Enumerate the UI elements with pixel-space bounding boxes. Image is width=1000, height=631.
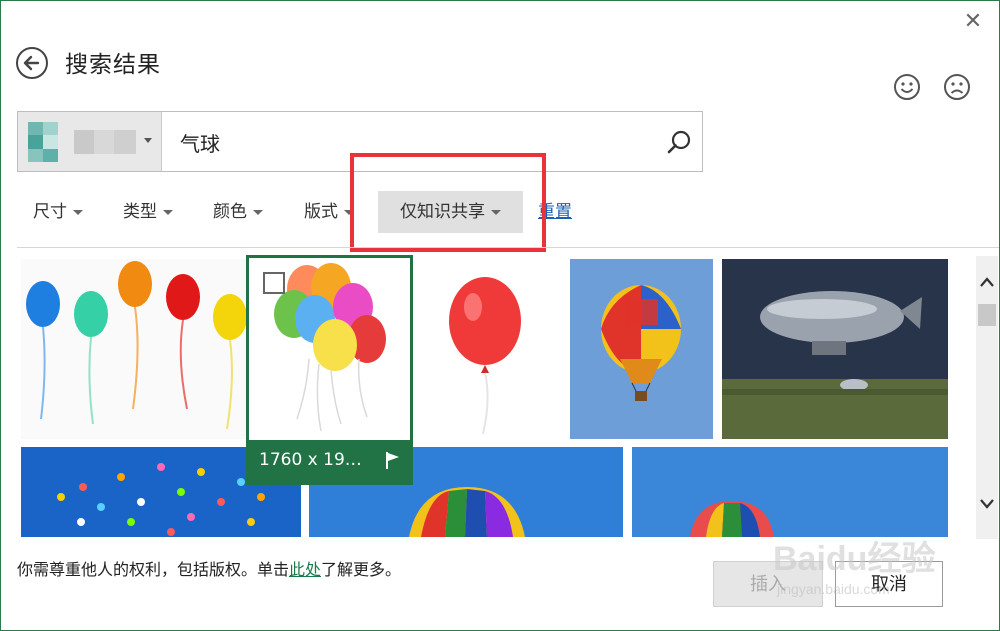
watermark-brand: Baidu经验	[773, 540, 936, 578]
search-results-dialog: ✕ 搜索结果 气球 尺寸 类型 颜色 版式 仅知识共享 重置 1760 x 19…	[0, 0, 1000, 631]
notice-prefix: 你需尊重他人的权利，包括版权。单击	[17, 560, 290, 579]
smile-icon[interactable]	[893, 73, 921, 101]
hot-air-balloon-image	[570, 259, 713, 439]
vertical-scrollbar[interactable]	[976, 256, 998, 539]
close-icon[interactable]: ✕	[961, 10, 985, 34]
image-result-airship[interactable]	[722, 259, 948, 439]
balloons-row-image	[26, 261, 247, 430]
image-dimensions: 1760 x 19…	[259, 450, 362, 470]
back-arrow-icon	[23, 55, 40, 71]
frown-icon[interactable]	[943, 73, 971, 101]
divider	[17, 247, 999, 248]
scroll-up-icon[interactable]	[979, 276, 995, 288]
airship-image	[722, 259, 948, 439]
watermark-url: jingyan.baidu.com	[777, 581, 890, 597]
chevron-down-icon	[73, 209, 83, 215]
search-source-dropdown[interactable]	[18, 112, 162, 171]
scroll-thumb[interactable]	[978, 304, 996, 326]
select-checkbox[interactable]	[263, 272, 285, 294]
blurred-source-name	[74, 130, 136, 154]
page-title: 搜索结果	[65, 52, 161, 78]
selected-image-card[interactable]: 1760 x 19…	[246, 255, 413, 485]
back-button[interactable]	[16, 47, 48, 79]
flag-icon[interactable]	[383, 450, 403, 470]
watermark: Baidu经验 jingyan.baidu.com	[773, 521, 973, 611]
red-balloon-image	[449, 277, 521, 435]
filter-layout-label: 版式	[304, 202, 338, 222]
learn-more-link[interactable]: 此处	[289, 560, 321, 579]
filter-type[interactable]: 类型	[123, 191, 173, 233]
chevron-down-icon	[163, 209, 173, 215]
filter-color[interactable]: 颜色	[213, 191, 263, 233]
annotation-highlight-box	[350, 153, 546, 252]
chevron-down-icon	[144, 138, 152, 143]
filter-layout[interactable]: 版式	[304, 191, 354, 233]
filter-size[interactable]: 尺寸	[33, 191, 83, 233]
search-icon[interactable]	[666, 128, 694, 156]
image-result-hot-air-balloon[interactable]	[570, 259, 713, 439]
filter-color-label: 颜色	[213, 202, 247, 222]
chevron-down-icon	[253, 209, 263, 215]
filter-type-label: 类型	[123, 202, 157, 222]
image-results-grid	[17, 257, 967, 537]
image-result-balloons-row[interactable]	[21, 259, 247, 439]
image-result-red-balloon[interactable]	[413, 259, 563, 439]
notice-suffix: 了解更多。	[321, 560, 402, 579]
search-source-logo	[28, 122, 58, 162]
copyright-notice: 你需尊重他人的权利，包括版权。单击此处了解更多。	[17, 556, 401, 580]
scroll-down-icon[interactable]	[979, 498, 995, 510]
selected-image-info-bar: 1760 x 19…	[249, 440, 410, 482]
filter-size-label: 尺寸	[33, 202, 67, 222]
